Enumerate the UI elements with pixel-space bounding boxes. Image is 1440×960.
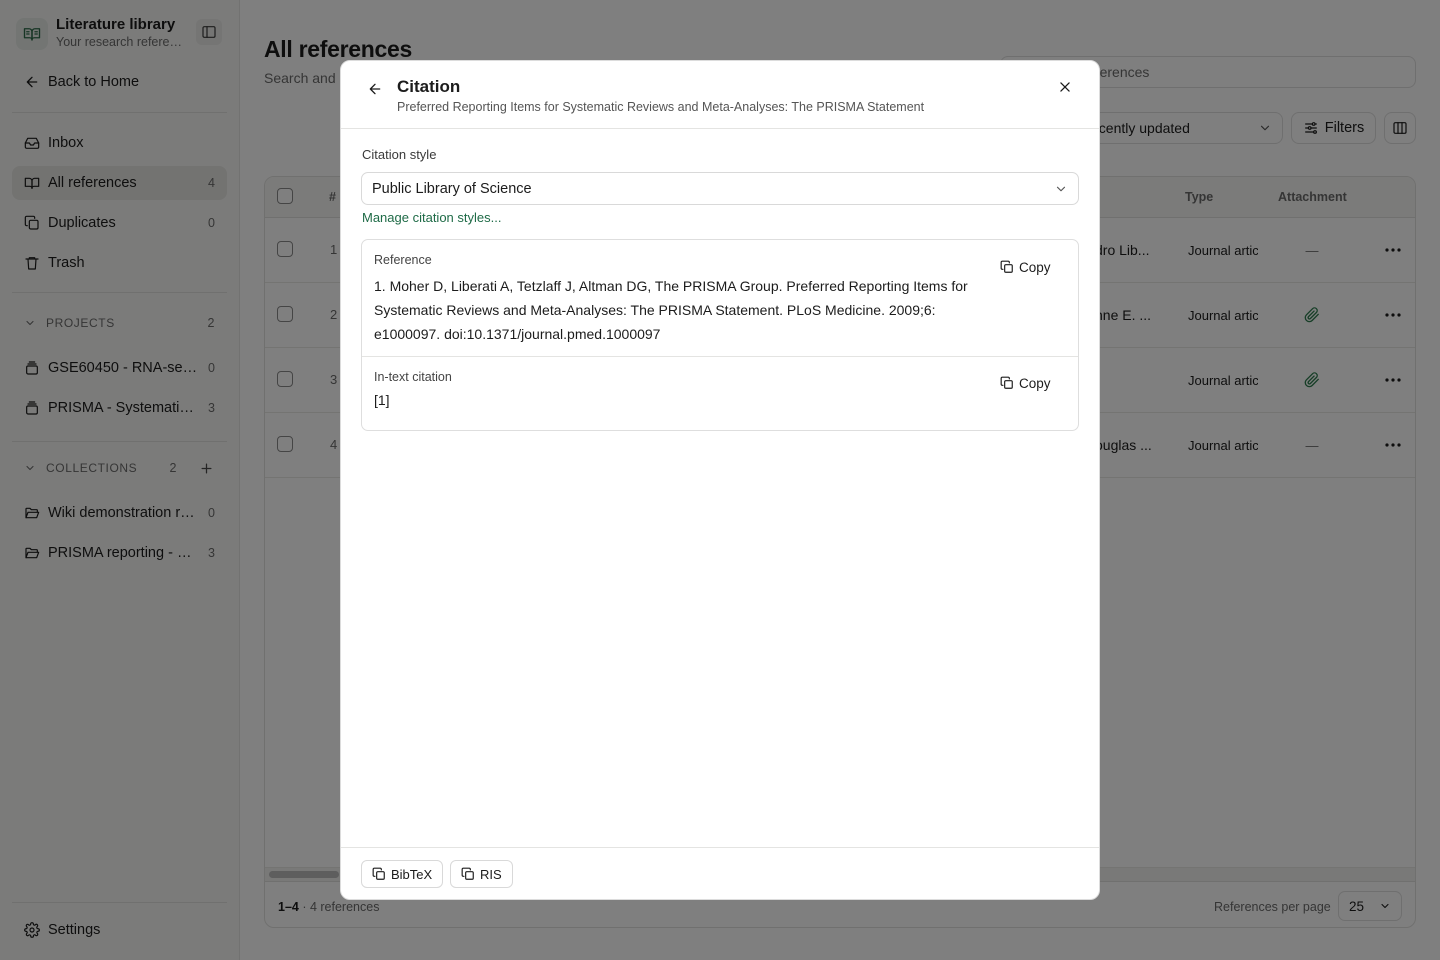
citation-style-select[interactable]: Public Library of Science — [361, 172, 1079, 205]
copy-label: Copy — [1019, 259, 1051, 275]
copy-icon — [461, 867, 475, 881]
reference-text: 1. Moher D, Liberati A, Tetzlaff J, Altm… — [374, 278, 968, 342]
copy-icon — [1000, 376, 1014, 390]
intext-text: [1] — [374, 392, 390, 408]
dialog-close-button[interactable] — [1055, 77, 1075, 97]
dialog-footer: BibTeX RIS — [341, 847, 1099, 899]
dialog-title: Citation — [397, 77, 461, 96]
copy-icon — [372, 867, 386, 881]
chevron-down-icon — [1056, 186, 1066, 191]
copy-ris-button[interactable]: RIS — [450, 860, 513, 888]
close-icon — [1060, 82, 1070, 92]
copy-reference-button[interactable]: Copy — [1000, 254, 1062, 280]
ris-label: RIS — [480, 866, 502, 882]
reference-label: Reference — [374, 253, 432, 267]
copy-label: Copy — [1019, 375, 1051, 391]
dialog-header: Citation Preferred Reporting Items for S… — [341, 61, 1099, 129]
copy-intext-button[interactable]: Copy — [1000, 370, 1062, 396]
citation-dialog: Citation Preferred Reporting Items for S… — [340, 60, 1100, 900]
reference-section: Reference 1. Moher D, Liberati A, Tetzla… — [362, 240, 1078, 357]
bibtex-label: BibTeX — [391, 866, 433, 882]
copy-icon — [1000, 260, 1014, 274]
manage-citation-styles-link[interactable]: Manage citation styles... — [362, 210, 501, 225]
citation-style-label: Citation style — [362, 147, 437, 162]
arrow-left-icon — [369, 83, 381, 95]
copy-bibtex-button[interactable]: BibTeX — [361, 860, 444, 888]
citation-style-value: Public Library of Science — [372, 180, 532, 197]
intext-section: In-text citation [1] Copy — [362, 357, 1078, 431]
citation-output-card: Reference 1. Moher D, Liberati A, Tetzla… — [361, 239, 1079, 431]
dialog-back-button[interactable] — [365, 79, 385, 99]
dialog-subtitle: Preferred Reporting Items for Systematic… — [397, 100, 925, 114]
intext-label: In-text citation — [374, 370, 452, 384]
